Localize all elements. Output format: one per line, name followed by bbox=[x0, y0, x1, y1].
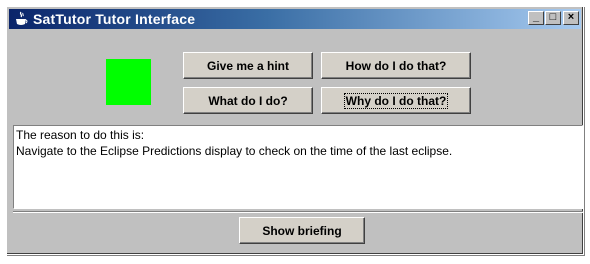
close-button[interactable]: × bbox=[563, 11, 579, 25]
message-line-2: Navigate to the Eclipse Predictions disp… bbox=[16, 144, 453, 158]
why-button[interactable]: Why do I do that? bbox=[321, 87, 471, 114]
tutor-window: SatTutor Tutor Interface _ □ × Give me a… bbox=[6, 6, 584, 255]
show-briefing-label: Show briefing bbox=[262, 223, 342, 238]
hint-button[interactable]: Give me a hint bbox=[183, 52, 313, 79]
message-panel: The reason to do this is: Navigate to th… bbox=[13, 125, 583, 209]
minimize-icon: _ bbox=[532, 11, 540, 23]
hint-button-label: Give me a hint bbox=[206, 58, 290, 73]
divider bbox=[13, 211, 583, 213]
close-icon: × bbox=[567, 11, 575, 23]
title-bar[interactable]: SatTutor Tutor Interface _ □ × bbox=[9, 9, 581, 29]
maximize-button[interactable]: □ bbox=[545, 11, 561, 25]
window-controls: _ □ × bbox=[527, 11, 579, 25]
java-cup-icon bbox=[13, 11, 29, 27]
why-button-label: Why do I do that? bbox=[343, 92, 449, 109]
status-indicator bbox=[106, 59, 151, 105]
what-button[interactable]: What do I do? bbox=[183, 87, 313, 114]
how-button-label: How do I do that? bbox=[345, 58, 447, 73]
maximize-icon: □ bbox=[549, 11, 557, 23]
minimize-button[interactable]: _ bbox=[528, 11, 544, 25]
what-button-label: What do I do? bbox=[208, 93, 288, 108]
window-title: SatTutor Tutor Interface bbox=[33, 11, 196, 27]
how-button[interactable]: How do I do that? bbox=[321, 52, 471, 79]
message-line-1: The reason to do this is: bbox=[16, 128, 145, 142]
show-briefing-button[interactable]: Show briefing bbox=[239, 217, 365, 244]
